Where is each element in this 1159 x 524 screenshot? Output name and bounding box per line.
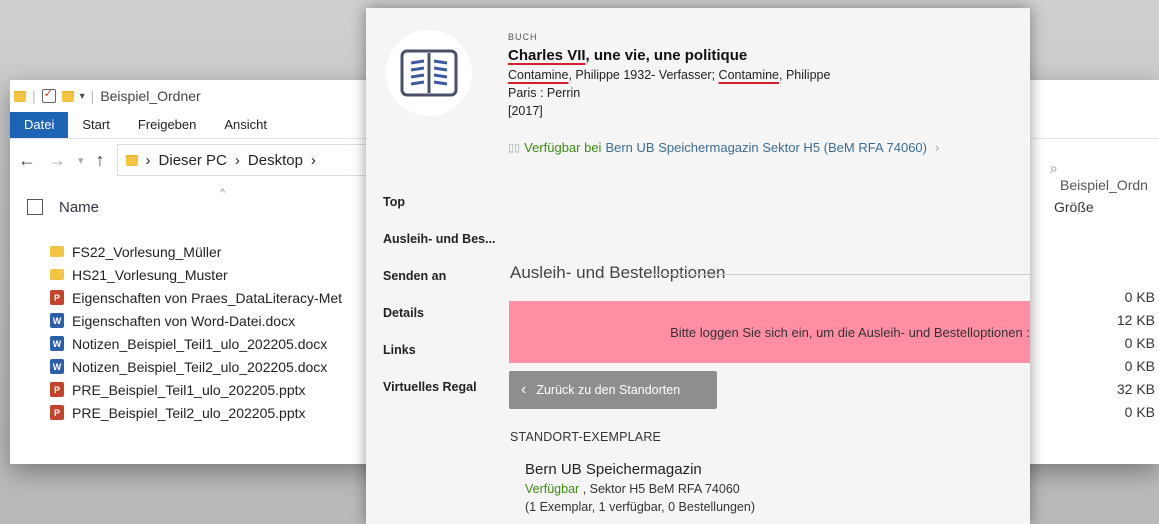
word-icon: W [50, 359, 64, 374]
select-all-checkbox[interactable] [27, 199, 43, 215]
folder-icon [14, 90, 26, 102]
file-name: Eigenschaften von Word-Datei.docx [72, 312, 296, 329]
author-link[interactable]: Contamine [719, 68, 779, 82]
checkbox-icon[interactable] [41, 87, 56, 103]
bookshelf-icon: ▯▯ [508, 142, 521, 154]
list-item[interactable]: W Eigenschaften von Word-Datei.docx [50, 309, 342, 332]
forward-arrow-icon[interactable]: → [48, 150, 66, 171]
powerpoint-icon: P [50, 382, 64, 397]
back-to-locations-button[interactable]: ‹ Zurück zu den Standorten [509, 371, 717, 409]
file-name: Eigenschaften von Praes_DataLiteracy-Met [72, 289, 343, 306]
catalog-record-panel: BUCH Charles VII, une vie, une politique… [366, 8, 1030, 524]
holding-shelf: , Sektor H5 BeM RFA 74060 [579, 482, 740, 496]
sort-caret-icon: ^ [220, 187, 226, 199]
address-bar[interactable]: › Dieser PC › Desktop › [116, 144, 385, 176]
file-name: HS21_Vorlesung_Muster [72, 266, 228, 283]
folder-icon [50, 246, 64, 257]
chevron-right-icon: › [935, 140, 940, 155]
holding-status-line: Verfügbar , Sektor H5 BeM RFA 74060 [525, 480, 755, 498]
word-icon: W [50, 336, 64, 351]
powerpoint-icon: P [50, 290, 64, 305]
holding-item[interactable]: Bern UB Speichermagazin Verfügbar , Sekt… [525, 460, 755, 516]
record-type: BUCH [508, 32, 538, 42]
file-name: PRE_Beispiel_Teil2_ulo_202205.pptx [72, 404, 306, 421]
window-title: Beispiel_Ordner [100, 88, 201, 104]
breadcrumb-desktop[interactable]: Desktop [248, 152, 303, 169]
dropdown-arrow-icon[interactable]: ▾ [80, 91, 85, 102]
list-item[interactable]: P Eigenschaften von Praes_DataLiteracy-Me… [50, 286, 342, 309]
availability-status: Verfügbar bei [524, 140, 602, 155]
chevron-left-icon: ‹ [521, 381, 527, 398]
tab-ansicht[interactable]: Ansicht [210, 112, 281, 138]
holding-status: Verfügbar [525, 482, 580, 496]
record-year: [2017] [508, 104, 543, 118]
list-item[interactable]: FS22_Vorlesung_Müller [50, 240, 342, 263]
column-size[interactable]: Größe [1054, 199, 1094, 215]
list-item[interactable]: P PRE_Beispiel_Teil1_ulo_202205.pptx [50, 378, 342, 401]
nav-item-send[interactable]: Senden an [383, 270, 496, 307]
author-link[interactable]: Contamine [508, 68, 568, 82]
list-item[interactable]: HS21_Vorlesung_Muster [50, 263, 342, 286]
record-title[interactable]: Charles VII, une vie, une politique [508, 46, 830, 66]
record-metadata: BUCH Charles VII, une vie, une politique… [508, 28, 830, 120]
login-alert: Bitte loggen Sie sich ein, um die Auslei… [509, 301, 1030, 363]
file-name: FS22_Vorlesung_Müller [72, 243, 222, 260]
record-publisher: Paris : Perrin [508, 86, 581, 100]
breadcrumb-this-pc[interactable]: Dieser PC [159, 152, 227, 169]
file-name: PRE_Beispiel_Teil1_ulo_202205.pptx [72, 381, 306, 398]
list-item[interactable]: W Notizen_Beispiel_Teil1_ulo_202205.docx [50, 332, 342, 355]
availability-location: Bern UB Speichermagazin Sektor H5 (BeM R… [605, 140, 927, 155]
nav-item-virtual-shelf[interactable]: Virtuelles Regal [383, 381, 496, 418]
login-alert-text: Bitte loggen Sie sich ein, um die Auslei… [670, 324, 1030, 340]
nav-item-loan[interactable]: Ausleih- und Bes... [383, 233, 496, 270]
divider [654, 274, 1030, 275]
nav-item-links[interactable]: Links [383, 344, 496, 381]
folder-icon[interactable] [61, 90, 74, 102]
chevron-right-icon: › [310, 151, 316, 169]
loan-section-title: Ausleih- und Bestelloptionen [510, 263, 726, 282]
search-placeholder: Beispiel_Ordn [1060, 177, 1148, 193]
powerpoint-icon: P [50, 405, 64, 420]
section-nav: Top Ausleih- und Bes... Senden an Detail… [383, 196, 496, 418]
holding-library: Bern UB Speichermagazin [525, 461, 702, 478]
back-arrow-icon[interactable]: ← [18, 150, 36, 171]
tab-start[interactable]: Start [68, 112, 123, 138]
up-arrow-icon[interactable]: ↑ [96, 150, 105, 171]
file-name: Notizen_Beispiel_Teil2_ulo_202205.docx [72, 358, 328, 375]
word-icon: W [50, 313, 64, 328]
search-icon: ⌕ [1050, 160, 1058, 176]
holding-counts: (1 Exemplar, 1 verfügbar, 0 Bestellungen… [525, 500, 755, 514]
holdings-heading: STANDORT-EXEMPLARE [510, 430, 662, 444]
nav-item-details[interactable]: Details [383, 307, 496, 344]
open-book-icon [400, 49, 458, 97]
availability-line[interactable]: ▯▯ Verfügbar bei Bern UB Speichermagazin… [508, 140, 939, 155]
nav-item-top[interactable]: Top [383, 196, 496, 233]
search-box[interactable]: ⌕ Beispiel_Ordn [1050, 160, 1159, 193]
chevron-right-icon: › [145, 151, 151, 169]
back-button-label: Zurück zu den Standorten [536, 383, 681, 397]
column-name[interactable]: Name [59, 199, 99, 216]
file-list: FS22_Vorlesung_Müller HS21_Vorlesung_Mus… [50, 240, 342, 424]
book-cover-placeholder [386, 30, 472, 116]
tab-freigeben[interactable]: Freigeben [124, 112, 211, 138]
file-name: Notizen_Beispiel_Teil1_ulo_202205.docx [72, 335, 328, 352]
tab-datei[interactable]: Datei [10, 112, 69, 138]
chevron-right-icon: › [234, 151, 240, 169]
folder-icon [50, 269, 64, 280]
recent-dropdown-icon[interactable]: ▾ [78, 154, 84, 167]
folder-icon [125, 154, 138, 166]
list-item[interactable]: P PRE_Beispiel_Teil2_ulo_202205.pptx [50, 401, 342, 424]
list-item[interactable]: W Notizen_Beispiel_Teil2_ulo_202205.docx [50, 355, 342, 378]
record-authors: Contamine, Philippe 1932- Verfasser; Con… [508, 68, 831, 82]
